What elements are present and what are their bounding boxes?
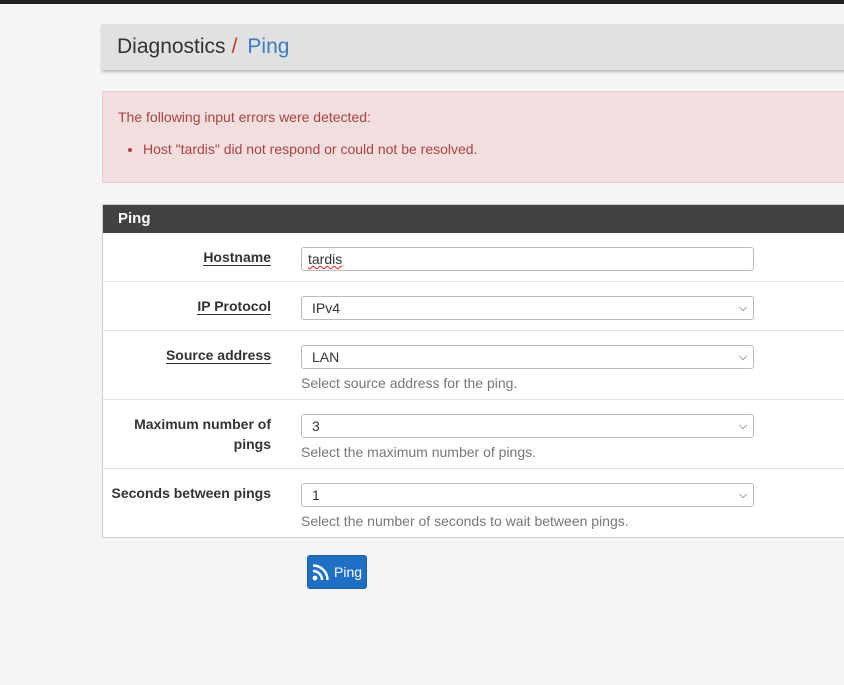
ping-button[interactable]: Ping [307, 555, 367, 589]
alert-heading: The following input errors were detected… [118, 109, 371, 125]
breadcrumb-section[interactable]: Diagnostics [117, 35, 226, 59]
form-row-seconds-between: Seconds between pings 1 ⌵ Select the num… [103, 469, 844, 537]
form-row-source-address: Source address LAN ⌵ Select source addre… [103, 331, 844, 400]
chevron-down-icon: ⌵ [738, 420, 748, 432]
chevron-down-icon: ⌵ [738, 489, 748, 501]
form-row-hostname: Hostname tardis [103, 233, 844, 282]
max-pings-value: 3 [312, 418, 320, 434]
chevron-down-icon: ⌵ [738, 351, 748, 363]
rss-icon [312, 564, 329, 581]
breadcrumb: Diagnostics / Ping [102, 24, 844, 70]
hostname-label: Hostname [203, 249, 271, 266]
breadcrumb-separator: / [231, 35, 238, 58]
ip-protocol-select[interactable]: IPv4 ⌵ [301, 296, 754, 320]
max-pings-help: Select the maximum number of pings. [301, 444, 536, 460]
form-row-max-pings: Maximum number of pings 3 ⌵ Select the m… [103, 400, 844, 469]
source-address-label: Source address [165, 347, 271, 364]
panel-title: Ping [103, 205, 844, 233]
seconds-between-label: Seconds between pings [111, 485, 271, 501]
error-item: Host "tardis" did not respond or could n… [143, 141, 477, 157]
error-alert: The following input errors were detected… [102, 91, 844, 183]
top-bar [0, 0, 844, 4]
seconds-between-select[interactable]: 1 ⌵ [301, 483, 754, 507]
max-pings-select[interactable]: 3 ⌵ [301, 414, 754, 438]
breadcrumb-current[interactable]: Ping [247, 35, 289, 59]
error-list: Host "tardis" did not respond or could n… [143, 141, 477, 157]
seconds-between-help: Select the number of seconds to wait bet… [301, 513, 629, 529]
hostname-value: tardis [308, 251, 343, 267]
source-address-help: Select source address for the ping. [301, 375, 518, 391]
source-address-select[interactable]: LAN ⌵ [301, 345, 754, 369]
seconds-between-value: 1 [312, 487, 320, 503]
source-address-value: LAN [312, 349, 340, 365]
ip-protocol-label: IP Protocol [197, 298, 271, 315]
ping-panel: Ping Hostname tardis IP Protocol IPv4 ⌵ … [102, 204, 844, 538]
hostname-input[interactable]: tardis [301, 247, 754, 271]
ping-button-label: Ping [334, 564, 363, 580]
ip-protocol-value: IPv4 [312, 300, 341, 316]
max-pings-label: Maximum number of pings [134, 416, 271, 452]
chevron-down-icon: ⌵ [738, 302, 748, 314]
form-row-ip-protocol: IP Protocol IPv4 ⌵ [103, 282, 844, 331]
